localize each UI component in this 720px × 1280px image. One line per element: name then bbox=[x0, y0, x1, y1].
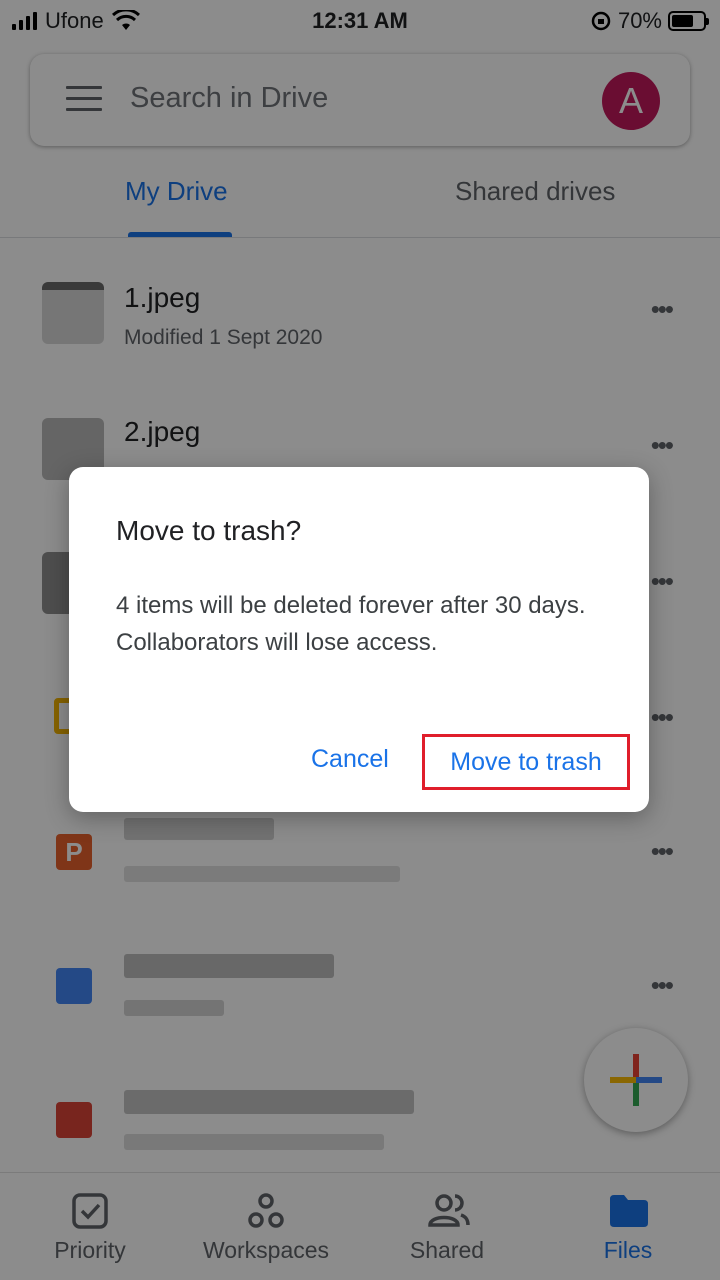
cancel-button[interactable]: Cancel bbox=[311, 745, 389, 774]
move-to-trash-button[interactable]: Move to trash bbox=[422, 734, 630, 790]
dialog-title: Move to trash? bbox=[116, 515, 302, 546]
move-to-trash-dialog: Move to trash? 4 items will be deleted f… bbox=[69, 467, 649, 812]
dialog-message: 4 items will be deleted forever after 30… bbox=[116, 592, 586, 656]
